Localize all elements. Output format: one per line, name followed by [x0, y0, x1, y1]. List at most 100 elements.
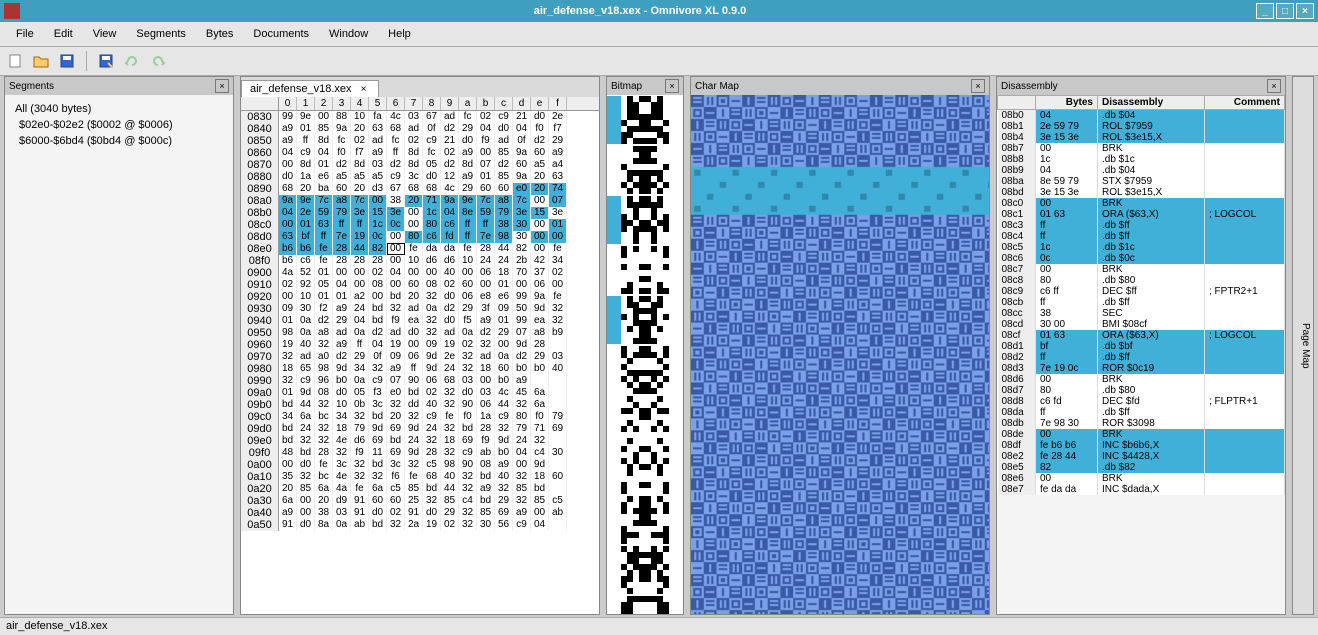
hex-row[interactable]: 09d0bd243218799d699d2432bd2832797169: [241, 423, 599, 435]
hex-row[interactable]: 0850a9ff8dfc02adfc02c921d0f9ad0fd229: [241, 135, 599, 147]
hex-grid[interactable]: 0123456789abcdef 0830999e008810fa4c0367a…: [241, 97, 599, 614]
hex-row[interactable]: 08906820ba6020d36768684c296060e02074: [241, 183, 599, 195]
disasm-row[interactable]: 08b904.db $04: [998, 165, 1285, 176]
page-map-tab[interactable]: Page Map: [1292, 76, 1314, 615]
sprite-tile[interactable]: [607, 496, 655, 544]
disasm-row[interactable]: 08c60c.db $0c: [998, 253, 1285, 264]
sprite-tile[interactable]: [607, 596, 655, 614]
maximize-button[interactable]: [1276, 3, 1294, 19]
hex-row[interactable]: 08f0b6c6fe2828280010d6d61024242b4234: [241, 255, 599, 267]
hex-row[interactable]: 0880d01ae6a5a5a5c93cd012a901859a2063: [241, 171, 599, 183]
hex-row[interactable]: 092000100101a200bd2032d006e8e6999afe: [241, 291, 599, 303]
disasm-row[interactable]: 08c4ff.db $ff: [998, 231, 1285, 242]
disasm-row[interactable]: 08b004.db $04: [998, 110, 1285, 122]
hex-row[interactable]: 099032c996b00ac9079006680300b0a9: [241, 375, 599, 387]
close-button[interactable]: [1296, 3, 1314, 19]
disasm-row[interactable]: 08c700BRK: [998, 264, 1285, 275]
bitmap-list[interactable]: [607, 95, 683, 614]
new-file-button[interactable]: [4, 50, 26, 72]
segment-item[interactable]: All (3040 bytes): [11, 101, 227, 117]
sprite-tile[interactable]: [607, 296, 655, 344]
hex-row[interactable]: 08a09a9e7ca87c003820719a9e7ca87c0007: [241, 195, 599, 207]
disasm-row[interactable]: 08cbff.db $ff: [998, 297, 1285, 308]
disasm-row[interactable]: 08d1bf.db $bf: [998, 341, 1285, 352]
disasm-row[interactable]: 08cc38SEC: [998, 308, 1285, 319]
segment-item[interactable]: $6000-$6bd4 ($0bd4 @ $000c): [11, 133, 227, 149]
disasm-row[interactable]: 08c9c6 ffDEC $ff; FPTR2+1: [998, 286, 1285, 297]
disasm-row[interactable]: 08e2fe 28 44INC $4428,X: [998, 451, 1285, 462]
charmap-canvas[interactable]: [691, 95, 989, 614]
disasm-row[interactable]: 08e582.db $82: [998, 462, 1285, 473]
sprite-tile[interactable]: [607, 396, 655, 444]
disasm-row[interactable]: 08c101 63ORA ($63,X); LOGCOL: [998, 209, 1285, 220]
hex-row[interactable]: 08e0b6b6fe28448200fedadafe28448200fe: [241, 243, 599, 255]
hex-row[interactable]: 09e0bd32324ed669bd24321869f99d2432: [241, 435, 599, 447]
hex-row[interactable]: 09300930f2a924bd32ad0ad2293f09509d32: [241, 303, 599, 315]
col-disassembly[interactable]: Disassembly: [1098, 96, 1205, 110]
disassembly-table[interactable]: Bytes Disassembly Comment 08b004.db $040…: [997, 95, 1285, 614]
hex-row[interactable]: 09f048bd2832f911699d2832c9abb004c430: [241, 447, 599, 459]
disasm-row[interactable]: 08b81c.db $1c: [998, 154, 1285, 165]
minimize-button[interactable]: [1256, 3, 1274, 19]
disasm-row[interactable]: 08daff.db $ff: [998, 407, 1285, 418]
hex-row[interactable]: 097032ada0d2290f09069d2e32ad0ad22903: [241, 351, 599, 363]
menu-bytes[interactable]: Bytes: [196, 24, 244, 44]
hex-row[interactable]: 0a306a0020d9916060253285c4bd293285c5: [241, 495, 599, 507]
hex-row[interactable]: 0840a901859a206368ad0fd22904d004f0f7: [241, 123, 599, 135]
sprite-tile[interactable]: [607, 246, 655, 294]
sprite-tile[interactable]: [607, 346, 655, 394]
hex-row[interactable]: 08b0042e59793e153e001c048e59793e153e: [241, 207, 599, 219]
disasm-row[interactable]: 08b12e 59 79ROL $7959: [998, 121, 1285, 132]
disasm-row[interactable]: 08de00BRK: [998, 429, 1285, 440]
disasm-row[interactable]: 08bd3e 15 3eROL $3e15,X: [998, 187, 1285, 198]
menu-view[interactable]: View: [83, 24, 127, 44]
charmap-close-icon[interactable]: ×: [971, 79, 985, 93]
sprite-tile[interactable]: [607, 146, 655, 194]
menu-file[interactable]: File: [6, 24, 44, 44]
disasm-row[interactable]: 08c880.db $80: [998, 275, 1285, 286]
sprite-tile[interactable]: [607, 196, 655, 244]
disasm-row[interactable]: 08ba8e 59 79STX $7959: [998, 176, 1285, 187]
menu-segments[interactable]: Segments: [126, 24, 196, 44]
hex-row[interactable]: 0a0000d0fe3c32bd3c32c5989008a9009d: [241, 459, 599, 471]
sprite-tile[interactable]: [607, 446, 655, 494]
hex-tab[interactable]: air_defense_v18.xex ×: [241, 80, 379, 97]
hex-row[interactable]: 09801865989d3432a9ff9d24321860b0b040: [241, 363, 599, 375]
disasm-row[interactable]: 08dffe b6 b6INC $b6b6,X: [998, 440, 1285, 451]
hex-row[interactable]: 0870008d01d28d03d28d05d28d07d260a5a4: [241, 159, 599, 171]
tab-close-icon[interactable]: ×: [358, 83, 370, 95]
disasm-row[interactable]: 08d2ff.db $ff: [998, 352, 1285, 363]
menu-documents[interactable]: Documents: [243, 24, 319, 44]
hex-row[interactable]: 0950980aa8ad0ad2add032ad0ad22907a8b9: [241, 327, 599, 339]
disasm-row[interactable]: 08d37e 19 0cROR $0c19: [998, 363, 1285, 374]
disasm-row[interactable]: 08b700BRK: [998, 143, 1285, 154]
menu-help[interactable]: Help: [378, 24, 421, 44]
hex-row[interactable]: 09b0bd4432100b3c32dd4032900644326a: [241, 399, 599, 411]
disasm-row[interactable]: 08e7fe da daINC $dada,X: [998, 484, 1285, 495]
col-comment[interactable]: Comment: [1205, 96, 1285, 110]
save-button[interactable]: [56, 50, 78, 72]
redo-button[interactable]: [147, 50, 169, 72]
hex-row[interactable]: 086004c904f0f7a9ff8dfc02a900859a60a9: [241, 147, 599, 159]
disasm-row[interactable]: 08cd30 00BMI $08cf: [998, 319, 1285, 330]
hex-row[interactable]: 0a40a900380391d00291d029328569a900ab: [241, 507, 599, 519]
open-file-button[interactable]: [30, 50, 52, 72]
disasm-row[interactable]: 08db7e 98 30ROR $3098: [998, 418, 1285, 429]
hex-row[interactable]: 0830999e008810fa4c0367adfc02c921d02e: [241, 111, 599, 123]
sprite-tile[interactable]: [607, 546, 655, 594]
hex-row[interactable]: 0a103532bc4e3232f6fe684032bd40321860: [241, 471, 599, 483]
save-as-button[interactable]: [95, 50, 117, 72]
hex-row[interactable]: 0a5091d08a0aabbd322a1902323056c904: [241, 519, 599, 531]
disasm-row[interactable]: 08c51c.db $1c: [998, 242, 1285, 253]
disassembly-close-icon[interactable]: ×: [1267, 79, 1281, 93]
disasm-row[interactable]: 08cf01 63ORA ($63,X); LOGCOL: [998, 330, 1285, 341]
segment-item[interactable]: $02e0-$02e2 ($0002 @ $0006): [11, 117, 227, 133]
disasm-row[interactable]: 08d600BRK: [998, 374, 1285, 385]
menu-edit[interactable]: Edit: [44, 24, 83, 44]
undo-button[interactable]: [121, 50, 143, 72]
col-bytes[interactable]: Bytes: [1036, 96, 1098, 110]
disasm-row[interactable]: 08c000BRK: [998, 198, 1285, 209]
hex-row[interactable]: 091002920504000800600802600001000600: [241, 279, 599, 291]
disasm-row[interactable]: 08d8c6 fdDEC $fd; FLPTR+1: [998, 396, 1285, 407]
hex-row[interactable]: 08c0000163ffff1c0c0080c6ffff38300001: [241, 219, 599, 231]
